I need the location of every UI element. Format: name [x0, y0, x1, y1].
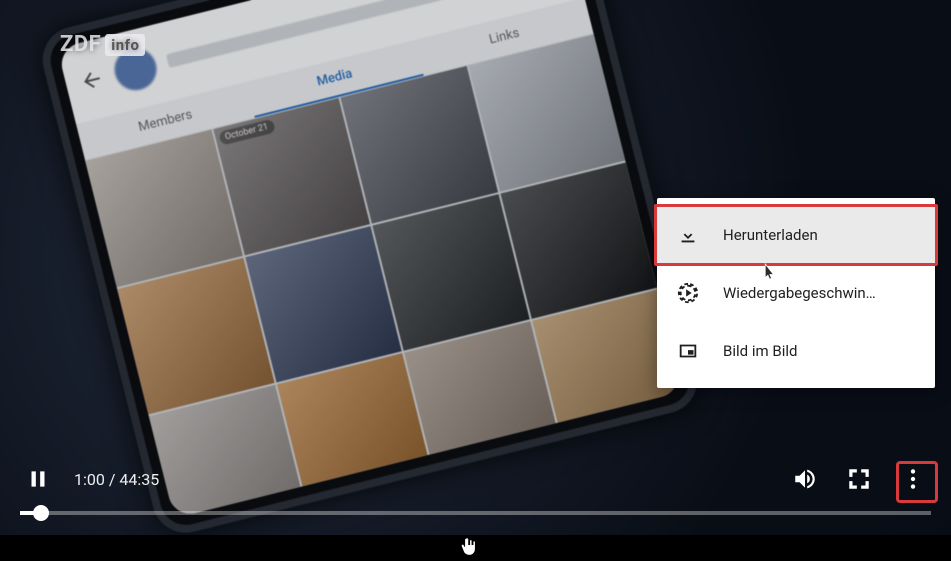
controls-row: 1:00 / 44:35: [20, 455, 931, 503]
menu-item-pip[interactable]: Bild im Bild: [657, 322, 935, 380]
pause-icon: [25, 466, 51, 492]
menu-item-label: Wiedergabegeschwin…: [723, 284, 915, 302]
pause-button[interactable]: [20, 461, 56, 497]
fullscreen-button[interactable]: [841, 461, 877, 497]
broadcaster-watermark: ZDFinfo: [60, 32, 145, 57]
video-player: Members Media Links October 21 ZDFinfo: [0, 0, 951, 561]
progress-thumb[interactable]: [33, 505, 49, 521]
watermark-brand: ZDF: [60, 32, 101, 57]
pip-icon: [677, 340, 699, 362]
speed-icon: [677, 282, 699, 304]
current-time: 1:00: [74, 470, 105, 489]
volume-button[interactable]: [787, 461, 823, 497]
time-display: 1:00 / 44:35: [74, 470, 159, 489]
duration: 44:35: [119, 470, 159, 489]
menu-item-label: Bild im Bild: [723, 342, 915, 360]
menu-item-label: Herunterladen: [723, 226, 915, 244]
menu-item-download[interactable]: Herunterladen: [657, 206, 935, 264]
time-separator: /: [105, 470, 120, 489]
player-controls: 1:00 / 44:35: [0, 455, 951, 535]
more-vertical-icon: [900, 466, 926, 492]
bottom-black-bar: [0, 535, 951, 561]
more-options-button[interactable]: [895, 461, 931, 497]
fullscreen-icon: [846, 466, 872, 492]
progress-bar[interactable]: [20, 511, 931, 515]
download-icon: [677, 224, 699, 246]
volume-icon: [792, 466, 818, 492]
menu-item-speed[interactable]: Wiedergabegeschwin…: [657, 264, 935, 322]
watermark-tag: info: [105, 34, 145, 56]
options-menu: Herunterladen Wiedergabegeschwin… Bild i…: [657, 198, 935, 388]
